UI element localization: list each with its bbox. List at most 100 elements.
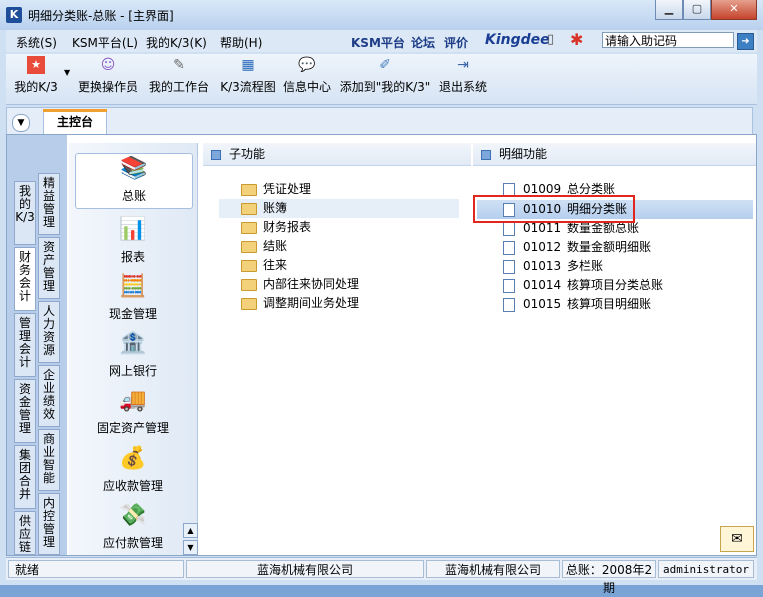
scroll-down-icon[interactable]: ▼ <box>183 540 198 555</box>
my-k3-button[interactable]: ★ 我的K/3 <box>12 56 60 95</box>
tab-main-console[interactable]: 主控台 <box>43 109 107 134</box>
status-ready: 就绪 <box>8 560 184 578</box>
menu-my-k3[interactable]: 我的K/3(K) <box>146 34 207 51</box>
document-icon <box>503 259 515 274</box>
title-bar: K 明细分类账-总账 - [主界面] ▁ ▢ ✕ <box>0 0 763 30</box>
subfunction-item[interactable]: 账簿 <box>219 199 459 218</box>
vtab-supply-chain[interactable]: 供应链 <box>14 511 36 555</box>
vtab-lean-management[interactable]: 精益管理 <box>38 173 60 235</box>
toolbar: ★ 我的K/3 ▼ ☺ 更换操作员 ✎ 我的工作台 ▦ K/3流程图 💬 信息中… <box>6 54 757 105</box>
close-button[interactable]: ✕ <box>711 0 757 20</box>
main-window: K 明细分类账-总账 - [主界面] ▁ ▢ ✕ 系统(S) KSM平台(L) … <box>0 0 763 595</box>
maximize-button[interactable]: ▢ <box>683 0 711 20</box>
document-icon <box>503 221 515 236</box>
payment-icon: 💸 <box>119 503 147 528</box>
subfunction-header: 子功能 <box>203 143 471 166</box>
module-online-banking[interactable]: 🏦 网上银行 <box>69 329 197 379</box>
left-category-nav: 我的K/3 财务会计 管理会计 资金管理 集团合并 供应链 精益管理 资产管理 … <box>7 135 67 555</box>
folder-open-icon <box>241 202 257 215</box>
bank-icon: 🏦 <box>119 331 147 356</box>
status-company: 蓝海机械有限公司 <box>186 560 424 578</box>
document-icon <box>503 278 515 293</box>
panel-square-icon <box>211 149 221 160</box>
status-bar: 就绪 蓝海机械有限公司 蓝海机械有限公司 总账：2008年2期 administ… <box>6 557 757 595</box>
module-reports[interactable]: 📊 报表 <box>69 215 197 265</box>
review-link[interactable]: 评价 <box>444 34 468 51</box>
document-icon <box>503 297 515 312</box>
window-title: 明细分类账-总账 - [主界面] <box>28 9 174 23</box>
subfunction-item[interactable]: 财务报表 <box>219 218 459 237</box>
cash-calculator-icon: 🧮 <box>119 274 147 299</box>
tab-bar: ▼ 主控台 <box>6 107 753 135</box>
my-workbench-button[interactable]: ✎ 我的工作台 <box>146 56 212 95</box>
vtab-fund-management[interactable]: 资金管理 <box>14 379 36 443</box>
subfunction-item[interactable]: 往来 <box>219 256 459 275</box>
menu-help[interactable]: 帮助(H) <box>220 34 262 51</box>
detail-item[interactable]: 01012 数量金额明细账 <box>477 238 753 257</box>
module-receivables[interactable]: 💰 应收款管理 <box>69 444 197 494</box>
main-content: 我的K/3 财务会计 管理会计 资金管理 集团合并 供应链 精益管理 资产管理 … <box>6 134 757 556</box>
vtab-financial-accounting[interactable]: 财务会计 <box>14 247 36 311</box>
truck-icon: 🚚 <box>119 388 147 413</box>
menu-system[interactable]: 系统(S) <box>16 34 57 51</box>
flowchart-icon: ▦ <box>241 57 255 73</box>
mail-envelope-icon[interactable]: ✉ <box>720 526 754 552</box>
exit-icon: ⇥ <box>457 57 469 73</box>
exit-system-button[interactable]: ⇥ 退出系统 <box>436 56 490 95</box>
vtab-human-resources[interactable]: 人力资源 <box>38 301 60 363</box>
helper-code-input[interactable]: 请输入助记码 <box>602 32 734 48</box>
ksm-platform-link[interactable]: KSM平台 <box>351 34 405 51</box>
vtab-internal-control[interactable]: 内控管理 <box>38 493 60 555</box>
add-note-icon: ✐ <box>379 57 391 73</box>
folder-icon <box>241 278 257 291</box>
money-bag-icon: 💰 <box>119 446 147 471</box>
info-center-button[interactable]: 💬 信息中心 <box>280 56 334 95</box>
detail-function-header: 明细功能 <box>473 143 756 166</box>
chat-bubble-icon: 💬 <box>298 57 316 73</box>
change-operator-button[interactable]: ☺ 更换操作员 <box>74 56 142 95</box>
scroll-up-icon[interactable]: ▲ <box>183 523 198 538</box>
subfunction-item[interactable]: 凭证处理 <box>219 180 459 199</box>
forum-link[interactable]: 论坛 <box>411 34 435 51</box>
minimize-button[interactable]: ▁ <box>655 0 683 20</box>
subfunction-item[interactable]: 内部往来协同处理 <box>219 275 459 294</box>
dropdown-arrow-icon[interactable]: ▼ <box>64 68 70 77</box>
folder-icon <box>241 221 257 234</box>
k3-flowchart-button[interactable]: ▦ K/3流程图 <box>214 56 282 95</box>
folder-icon <box>241 297 257 310</box>
status-period: 总账：2008年2期 <box>562 560 656 595</box>
folder-icon <box>241 259 257 272</box>
subfunction-item[interactable]: 结账 <box>219 237 459 256</box>
module-payables[interactable]: 💸 应付款管理 <box>69 501 197 551</box>
folder-icon <box>241 183 257 196</box>
module-fixed-assets[interactable]: 🚚 固定资产管理 <box>69 386 197 436</box>
users-icon: ☺ <box>100 57 116 73</box>
module-cash-management[interactable]: 🧮 现金管理 <box>69 272 197 322</box>
subfunction-item[interactable]: 调整期间业务处理 <box>219 294 459 313</box>
status-company-secondary: 蓝海机械有限公司 <box>426 560 560 578</box>
add-to-my-k3-button[interactable]: ✐ 添加到"我的K/3" <box>338 56 432 95</box>
vtab-asset-management[interactable]: 资产管理 <box>38 237 60 299</box>
folder-icon <box>241 240 257 253</box>
panel-square-icon <box>481 149 491 160</box>
report-icon: 📊 <box>119 217 147 242</box>
vtab-enterprise-performance[interactable]: 企业绩效 <box>38 365 60 427</box>
vtab-group-consolidation[interactable]: 集团合并 <box>14 445 36 509</box>
detail-item[interactable]: 01014 核算项目分类总账 <box>477 276 753 295</box>
mobile-phone-icon[interactable]: ▯ <box>547 32 554 47</box>
go-arrow-button[interactable]: ➜ <box>737 33 754 50</box>
menu-ksm-platform[interactable]: KSM平台(L) <box>72 34 138 51</box>
vtab-business-intelligence[interactable]: 商业智能 <box>38 429 60 491</box>
window-controls: ▁ ▢ ✕ <box>655 0 757 20</box>
module-scrollbar[interactable]: ▲ ▼ <box>183 523 198 555</box>
vtab-my-k3[interactable]: 我的K/3 <box>14 181 36 245</box>
vtab-management-accounting[interactable]: 管理会计 <box>14 313 36 377</box>
detail-item[interactable]: 01013 多栏账 <box>477 257 753 276</box>
detail-item[interactable]: 01015 核算项目明细账 <box>477 295 753 314</box>
ledger-books-icon: 📚 <box>120 156 148 181</box>
module-general-ledger[interactable]: 📚 总账 <box>75 153 193 209</box>
status-user: administrator <box>658 560 754 578</box>
tab-dropdown-icon[interactable]: ▼ <box>12 114 30 132</box>
star-icon[interactable]: ✱ <box>570 30 583 49</box>
selection-highlight-box <box>473 195 635 223</box>
